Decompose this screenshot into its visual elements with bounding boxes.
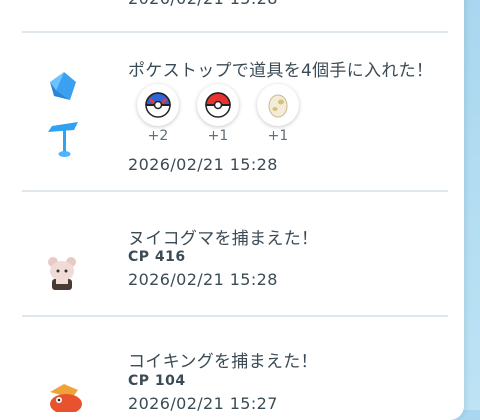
entry-date: 2026/02/21 15:28 [128, 270, 278, 289]
pokemon-sprite-icon [50, 0, 80, 6]
reward-item: +2 [135, 84, 181, 144]
pokemon-sprite-icon [50, 384, 82, 412]
reward-item: +1 [255, 84, 301, 144]
reward-qty: +1 [267, 128, 289, 144]
entry-date: 2026/02/21 15:28 [128, 0, 278, 8]
entry-title: コイキングを捕まえた！ [128, 352, 318, 372]
poke-ball-icon [205, 92, 231, 118]
pokemon-sprite-icon [48, 257, 76, 290]
entry-title: ポケストップで道具を4個手に入れた！ [128, 61, 434, 81]
entry-cp: CP 416 [128, 249, 186, 265]
pokestop-icon [48, 72, 78, 157]
reward-item: +1 [195, 84, 241, 144]
divider [22, 190, 448, 192]
entry-date: 2026/02/21 15:27 [128, 394, 278, 413]
egg-icon [268, 94, 288, 118]
divider [22, 315, 448, 317]
divider [22, 31, 448, 33]
great-ball-icon [145, 92, 171, 118]
entry-cp: CP 104 [128, 373, 186, 389]
reward-qty: +1 [207, 128, 229, 144]
entry-title: ヌイコグマを捕まえた！ [128, 229, 319, 249]
entry-date: 2026/02/21 15:28 [128, 155, 278, 174]
reward-qty: +2 [147, 128, 169, 144]
